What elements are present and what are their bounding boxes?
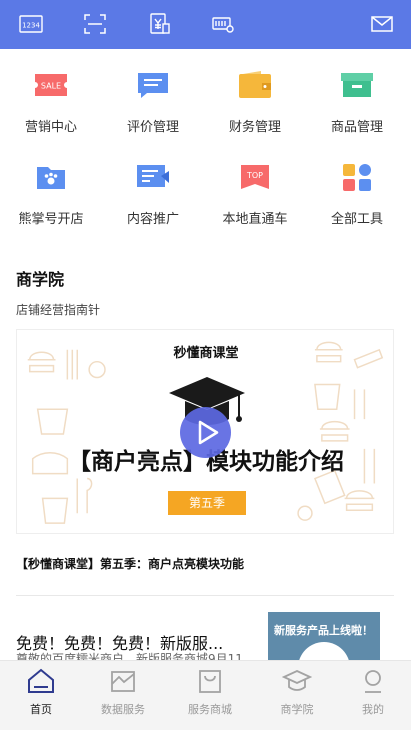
tool-label: 评价管理 <box>126 120 179 135</box>
bottom-tab-bar: 首页 数据服务 服务商城 商学院 我的 <box>0 660 411 730</box>
tool-product-management[interactable]: 商品管理 <box>306 60 408 140</box>
news-item[interactable]: 免费！免费！免费！新版服... 尊敬的百度糯米商户，新版服务商城9月11 新服务… <box>0 612 411 660</box>
play-button[interactable] <box>180 407 231 458</box>
tab-label: 首页 <box>30 703 52 716</box>
data-chart-icon <box>108 667 138 695</box>
tool-finance-management[interactable]: 财务管理 <box>204 60 306 140</box>
tool-all-tools[interactable]: 全部工具 <box>306 152 408 232</box>
news-thumbnail-text: 新服务产品上线啦！ <box>274 624 373 637</box>
video-card[interactable]: 秒懂商课堂 【商户亮点】模块功能介绍 第五季 <box>16 329 394 534</box>
graduation-cap-icon <box>282 667 312 695</box>
card-reader-icon[interactable] <box>211 13 235 35</box>
home-icon <box>26 667 56 695</box>
tab-data-service[interactable]: 数据服务 <box>82 661 164 730</box>
tool-label: 商品管理 <box>330 120 383 135</box>
scan-icon[interactable] <box>83 13 107 35</box>
tool-review-management[interactable]: 评价管理 <box>102 60 204 140</box>
tab-service-mall[interactable]: 服务商城 <box>169 661 251 730</box>
tab-label: 商学院 <box>280 703 314 716</box>
profile-icon <box>358 667 388 695</box>
tool-label: 全部工具 <box>330 212 383 227</box>
bear-paw-store-icon <box>31 160 71 194</box>
divider <box>16 595 394 596</box>
tool-bear-paw-store[interactable]: 熊掌号开店 <box>0 152 102 232</box>
top-icon-text: TOP <box>246 171 263 180</box>
price-tag-yuan-icon[interactable] <box>148 13 172 35</box>
tab-label: 我的 <box>362 703 384 716</box>
tab-home[interactable]: 首页 <box>0 661 82 730</box>
tool-local-express[interactable]: TOP 本地直通车 <box>204 152 306 232</box>
video-brand: 秒懂商课堂 <box>173 346 239 361</box>
tool-label: 财务管理 <box>228 120 281 135</box>
shopping-bag-icon <box>195 667 225 695</box>
keyboard-label: 1234 <box>22 22 40 30</box>
mail-icon[interactable] <box>370 13 394 35</box>
content-promote-icon <box>133 160 173 194</box>
all-tools-grid-icon <box>337 160 377 194</box>
tool-content-promotion[interactable]: 内容推广 <box>102 152 204 232</box>
keyboard-1234-icon[interactable]: 1234 <box>19 13 43 35</box>
thumbnail-circle-graphic <box>298 642 350 660</box>
tab-label: 数据服务 <box>101 703 145 716</box>
news-thumbnail: 新服务产品上线啦！ <box>268 612 380 660</box>
tab-academy[interactable]: 商学院 <box>256 661 338 730</box>
review-chat-icon <box>133 68 173 102</box>
top-bar: 1234 <box>0 0 411 49</box>
tool-label: 营销中心 <box>24 120 77 135</box>
play-icon <box>198 420 219 445</box>
tab-label: 服务商城 <box>188 703 232 716</box>
section-subtitle: 店铺经营指南针 <box>16 303 101 317</box>
wallet-icon <box>235 68 275 102</box>
section-title-academy: 商学院 <box>16 270 65 289</box>
tab-mine[interactable]: 我的 <box>332 661 411 730</box>
sale-icon-text: SALE <box>41 82 61 91</box>
season-badge: 第五季 <box>168 491 246 515</box>
tool-marketing-center[interactable]: SALE 营销中心 <box>0 60 102 140</box>
top-ribbon-icon: TOP <box>235 160 275 194</box>
tool-label: 熊掌号开店 <box>18 212 84 227</box>
tool-label: 本地直通车 <box>222 212 288 227</box>
product-box-icon <box>337 68 377 102</box>
video-caption[interactable]: 【秒懂商课堂】第五季：商户点亮模块功能 <box>16 555 244 572</box>
news-summary: 尊敬的百度糯米商户，新版服务商城9月11 <box>16 652 243 660</box>
sale-ticket-icon: SALE <box>31 68 71 102</box>
tool-label: 内容推广 <box>126 212 179 227</box>
